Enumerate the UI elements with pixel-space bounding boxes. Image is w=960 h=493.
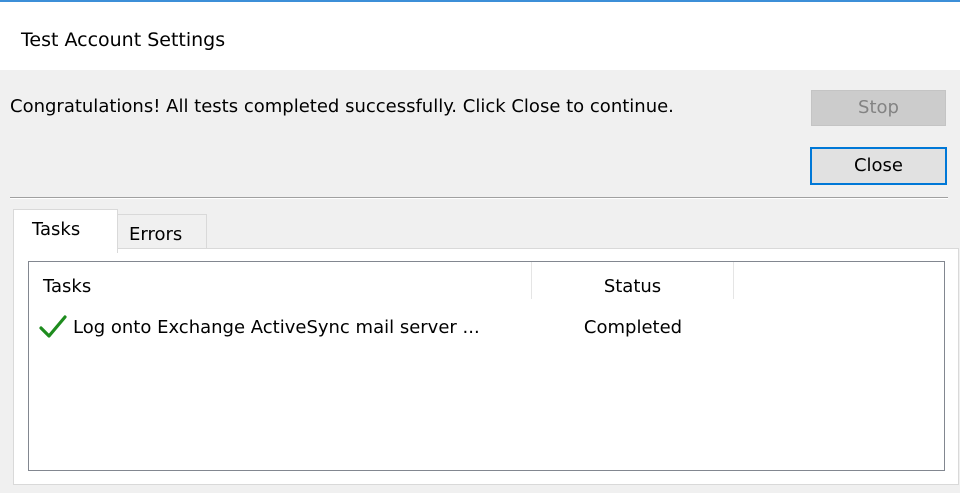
dialog-body: Congratulations! All tests completed suc…	[0, 70, 960, 493]
stop-button[interactable]: Stop	[811, 90, 946, 126]
column-header-status-label: Status	[603, 276, 662, 297]
status-message: Congratulations! All tests completed suc…	[10, 96, 674, 117]
column-header-tasks-label: Tasks	[43, 276, 92, 297]
column-header-tasks[interactable]: Tasks	[29, 262, 532, 299]
window-title: Test Account Settings	[21, 29, 226, 51]
table-row[interactable]: Log onto Exchange ActiveSync mail server…	[29, 314, 944, 344]
checkmark-icon	[39, 315, 67, 338]
tab-errors-label: Errors	[129, 224, 183, 245]
tab-tasks-label: Tasks	[32, 219, 81, 240]
tab-errors[interactable]: Errors	[117, 214, 207, 248]
tasks-list[interactable]: Tasks Status Log onto Exchange ActiveSyn…	[28, 261, 945, 471]
tasks-tab-panel: Tasks Status Log onto Exchange ActiveSyn…	[13, 248, 959, 485]
separator-highlight	[10, 198, 948, 199]
tab-tasks[interactable]: Tasks	[13, 209, 118, 253]
task-status: Completed	[583, 317, 683, 338]
task-name: Log onto Exchange ActiveSync mail server…	[73, 317, 480, 338]
column-header-status[interactable]: Status	[532, 262, 734, 299]
close-button[interactable]: Close	[810, 147, 947, 185]
column-header-empty[interactable]	[734, 262, 944, 299]
title-bar: Test Account Settings	[0, 2, 960, 70]
